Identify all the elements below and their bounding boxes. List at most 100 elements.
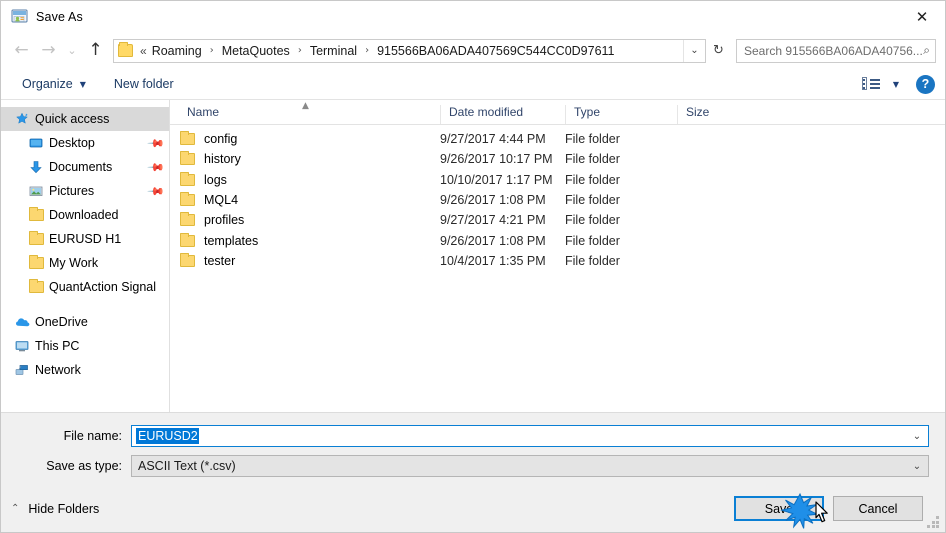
file-name-row: File name: EURUSD2 ⌄ bbox=[17, 425, 929, 447]
table-row[interactable]: MQL4 9/26/2017 1:08 PM File folder bbox=[170, 190, 945, 210]
dialog-button-row: ⌃ Hide Folders Save Cancel bbox=[1, 485, 945, 532]
table-row[interactable]: profiles 9/27/2017 4:21 PM File folder bbox=[170, 210, 945, 230]
search-icon: ⌕ bbox=[923, 43, 930, 57]
file-type: File folder bbox=[565, 193, 620, 208]
save-as-type-select[interactable]: ASCII Text (*.csv) ⌄ bbox=[131, 455, 929, 477]
sidebar-item-label: Documents bbox=[49, 160, 113, 174]
folder-icon bbox=[180, 151, 195, 166]
this-pc-icon bbox=[15, 339, 35, 353]
back-button[interactable]: ← bbox=[8, 38, 35, 64]
cancel-button[interactable]: Cancel bbox=[833, 496, 923, 521]
hide-folders-button[interactable]: ⌃ Hide Folders bbox=[11, 502, 99, 516]
breadcrumb-item-roaming[interactable]: Roaming bbox=[150, 44, 204, 58]
chevron-down-icon: ⌄ bbox=[67, 45, 77, 57]
sidebar-item-quantaction-signal[interactable]: QuantAction Signal bbox=[1, 275, 169, 299]
view-options-caret-icon[interactable]: ▼ bbox=[893, 80, 899, 89]
column-header-type[interactable]: Type bbox=[565, 105, 677, 124]
folder-icon bbox=[29, 255, 49, 269]
sidebar-item-network[interactable]: Network bbox=[1, 358, 169, 382]
close-button[interactable]: ✕ bbox=[899, 1, 945, 32]
table-row[interactable]: config 9/27/2017 4:44 PM File folder bbox=[170, 129, 945, 149]
file-name: logs bbox=[204, 172, 227, 187]
folder-icon bbox=[180, 192, 195, 207]
sidebar-item-quick-access[interactable]: Quick access bbox=[1, 107, 169, 131]
sidebar-item-documents[interactable]: Documents 📌 bbox=[1, 155, 169, 179]
refresh-button[interactable]: ↻ bbox=[706, 39, 731, 63]
sidebar-item-onedrive[interactable]: OneDrive bbox=[1, 310, 169, 334]
breadcrumb-separator-icon[interactable]: › bbox=[359, 45, 375, 56]
back-arrow-icon: ← bbox=[14, 40, 29, 60]
sidebar-item-label: Desktop bbox=[49, 136, 95, 150]
help-button[interactable]: ? bbox=[916, 74, 935, 94]
file-type: File folder bbox=[565, 152, 620, 167]
folder-icon bbox=[29, 207, 49, 221]
breadcrumb-item-terminal[interactable]: Terminal bbox=[308, 44, 359, 58]
search-input[interactable]: Search 915566BA06ADA40756... bbox=[744, 44, 923, 58]
table-row[interactable]: templates 9/26/2017 1:08 PM File folder bbox=[170, 230, 945, 250]
sidebar-divider bbox=[1, 299, 169, 310]
toolbar-right-group: ▼ ? bbox=[861, 74, 935, 94]
column-header-name[interactable]: Name bbox=[180, 105, 440, 124]
star-icon bbox=[15, 112, 35, 126]
table-row[interactable]: tester 10/4/2017 1:35 PM File folder bbox=[170, 251, 945, 271]
file-type: File folder bbox=[565, 233, 620, 248]
folder-icon bbox=[118, 42, 133, 57]
pin-icon[interactable]: 📌 bbox=[147, 134, 166, 153]
window-title: Save As bbox=[36, 9, 83, 24]
breadcrumb-overflow[interactable]: « bbox=[138, 44, 150, 58]
forward-arrow-icon: → bbox=[41, 40, 56, 60]
sidebar-item-label: OneDrive bbox=[35, 315, 88, 329]
file-name: config bbox=[204, 132, 238, 147]
file-date-modified: 10/10/2017 1:17 PM bbox=[440, 172, 553, 187]
breadcrumb-dropdown-icon[interactable]: ⌄ bbox=[683, 39, 705, 62]
folder-icon bbox=[180, 252, 195, 267]
dialog-body: Quick access Desktop 📌 Documents 📌 Pictu… bbox=[1, 100, 945, 412]
sidebar-item-eurusd-h1[interactable]: EURUSD H1 bbox=[1, 227, 169, 251]
file-name-value[interactable]: EURUSD2 bbox=[136, 428, 199, 444]
table-row[interactable]: logs 10/10/2017 1:17 PM File folder bbox=[170, 170, 945, 190]
breadcrumb-item-metaquotes[interactable]: MetaQuotes bbox=[220, 44, 292, 58]
file-name-input[interactable]: EURUSD2 ⌄ bbox=[131, 425, 929, 447]
file-rows: config 9/27/2017 4:44 PM File folder his… bbox=[170, 125, 945, 412]
save-button[interactable]: Save bbox=[734, 496, 824, 521]
sidebar-item-my-work[interactable]: My Work bbox=[1, 251, 169, 275]
chevron-down-icon[interactable]: ⌄ bbox=[906, 461, 928, 472]
sidebar-item-label: Pictures bbox=[49, 184, 95, 198]
sidebar-item-label: My Work bbox=[49, 256, 99, 270]
breadcrumb-item-instance[interactable]: 915566BA06ADA407569C544CC0D97611 bbox=[375, 44, 616, 58]
sidebar-item-this-pc[interactable]: This PC bbox=[1, 334, 169, 358]
file-type: File folder bbox=[565, 172, 620, 187]
breadcrumb-separator-icon[interactable]: › bbox=[292, 45, 308, 56]
file-name-label: File name: bbox=[63, 429, 122, 443]
organize-button[interactable]: Organize ▼ bbox=[15, 74, 93, 94]
hide-folders-label: Hide Folders bbox=[28, 501, 100, 516]
onedrive-icon bbox=[15, 315, 35, 329]
recent-locations-button[interactable]: ⌄ bbox=[62, 38, 82, 64]
file-date-modified: 9/26/2017 1:08 PM bbox=[440, 193, 546, 208]
breadcrumb-bar[interactable]: « Roaming › MetaQuotes › Terminal › 9155… bbox=[113, 38, 706, 63]
sidebar-item-desktop[interactable]: Desktop 📌 bbox=[1, 131, 169, 155]
documents-icon bbox=[29, 160, 49, 174]
forward-button[interactable]: → bbox=[35, 38, 62, 64]
column-header-date-modified[interactable]: Date modified bbox=[440, 105, 565, 124]
column-header-size[interactable]: Size bbox=[677, 105, 757, 124]
up-button[interactable]: ↑ bbox=[82, 38, 109, 64]
chevron-up-icon: ⌃ bbox=[11, 503, 20, 514]
save-form: File name: EURUSD2 ⌄ Save as type: ASCII… bbox=[1, 412, 945, 485]
save-as-dialog: Save As ✕ ← → ⌄ ↑ « Roaming › MetaQuotes… bbox=[0, 0, 946, 533]
chevron-down-icon[interactable]: ⌄ bbox=[906, 431, 928, 442]
file-date-modified: 10/4/2017 1:35 PM bbox=[440, 253, 546, 268]
file-date-modified: 9/27/2017 4:44 PM bbox=[440, 132, 546, 147]
resize-grip[interactable] bbox=[927, 516, 940, 528]
breadcrumb-separator-icon[interactable]: › bbox=[204, 45, 220, 56]
search-box[interactable]: Search 915566BA06ADA40756... ⌕ bbox=[736, 38, 936, 63]
sidebar-item-downloaded[interactable]: Downloaded bbox=[1, 203, 169, 227]
navigation-pane: Quick access Desktop 📌 Documents 📌 Pictu… bbox=[1, 100, 170, 412]
pin-icon[interactable]: 📌 bbox=[147, 182, 166, 201]
desktop-icon bbox=[29, 136, 49, 150]
table-row[interactable]: history 9/26/2017 10:17 PM File folder bbox=[170, 149, 945, 169]
pin-icon[interactable]: 📌 bbox=[147, 158, 166, 177]
new-folder-button[interactable]: New folder bbox=[107, 74, 181, 94]
sidebar-item-pictures[interactable]: Pictures 📌 bbox=[1, 179, 169, 203]
view-options-icon[interactable] bbox=[861, 77, 880, 91]
